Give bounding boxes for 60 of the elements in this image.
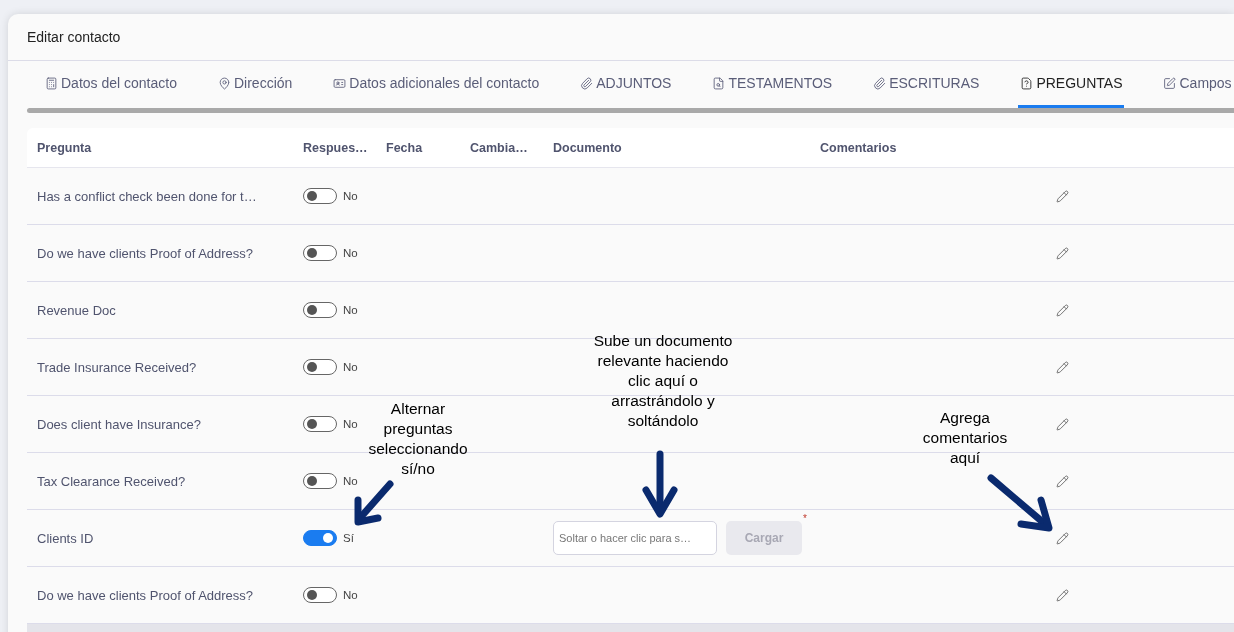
question-text: Do we have clients Proof of Address? <box>37 587 255 603</box>
question-text: Clients ID <box>37 530 95 546</box>
edit-icon[interactable] <box>1055 360 1069 374</box>
tab[interactable]: ESCRITURAS <box>871 61 982 108</box>
note-pen-icon <box>1163 76 1177 90</box>
file-search-icon <box>712 76 726 90</box>
toggle-switch[interactable] <box>303 359 337 375</box>
question-text: Do we have clients Proof of Address? <box>37 245 255 261</box>
toggle-switch[interactable] <box>303 473 337 489</box>
paperclip-icon <box>873 76 887 90</box>
answer-label: No <box>343 361 358 373</box>
answer-label: Sí <box>343 532 354 544</box>
upload-field[interactable]: Soltar o hacer clic para s… <box>553 521 717 555</box>
arrow <box>642 450 678 518</box>
tab[interactable]: Datos del contacto <box>43 61 179 108</box>
calculator-icon <box>45 76 58 90</box>
id-card-icon <box>333 76 347 90</box>
question-text: Does client have Insurance? <box>37 416 203 432</box>
edit-icon[interactable] <box>1055 303 1069 317</box>
answer-label: No <box>343 418 358 430</box>
dialog-title: Editar contacto <box>27 29 121 45</box>
column-header: Cambia… <box>470 140 529 155</box>
toggle-switch[interactable] <box>303 530 337 546</box>
toggle-switch[interactable] <box>303 416 337 432</box>
column-header: Comentarios <box>820 140 898 155</box>
edit-icon[interactable] <box>1055 531 1069 545</box>
answer-label: No <box>343 247 358 259</box>
tab[interactable]: TESTAMENTOS <box>710 61 835 108</box>
question-text: Has a conflict check been done for t… <box>37 188 258 204</box>
map-pin-icon <box>217 76 231 90</box>
toggle-switch[interactable] <box>303 587 337 603</box>
answer-label: No <box>343 589 358 601</box>
edit-icon[interactable] <box>1055 588 1069 602</box>
column-header: Fecha <box>386 140 424 155</box>
column-header: Documento <box>553 140 623 155</box>
question-text: Revenue Doc <box>37 302 117 318</box>
tab[interactable]: ADJUNTOS <box>578 61 674 108</box>
tab[interactable]: Datos adicionales del contacto <box>331 61 542 108</box>
answer-label: No <box>343 190 358 202</box>
toggle-switch[interactable] <box>303 188 337 204</box>
question-text: Trade Insurance Received? <box>37 359 198 375</box>
file-question-icon <box>1020 76 1034 90</box>
tab[interactable]: Dirección <box>215 61 295 108</box>
edit-icon[interactable] <box>1055 246 1069 260</box>
edit-icon[interactable] <box>1055 189 1069 203</box>
required-mark: * <box>803 513 807 524</box>
column-header: Pregunta <box>37 140 93 155</box>
edit-icon[interactable] <box>1055 417 1069 431</box>
annotation-text: Agrega comentarios aquí <box>921 408 1009 468</box>
annotation-text: Alternar preguntas seleccionando sí/no <box>367 399 469 479</box>
answer-label: No <box>343 475 358 487</box>
question-text: Tax Clearance Received? <box>37 473 187 489</box>
tab[interactable]: Campos <box>1161 61 1234 108</box>
toggle-switch[interactable] <box>303 302 337 318</box>
column-header: Respues… <box>303 140 369 155</box>
edit-icon[interactable] <box>1055 474 1069 488</box>
answer-label: No <box>343 304 358 316</box>
annotation-text: Sube un documento relevante haciendo clic aquí o arrastrándolo y soltándolo <box>593 331 733 431</box>
toggle-switch[interactable] <box>303 245 337 261</box>
paperclip-icon <box>580 76 594 90</box>
